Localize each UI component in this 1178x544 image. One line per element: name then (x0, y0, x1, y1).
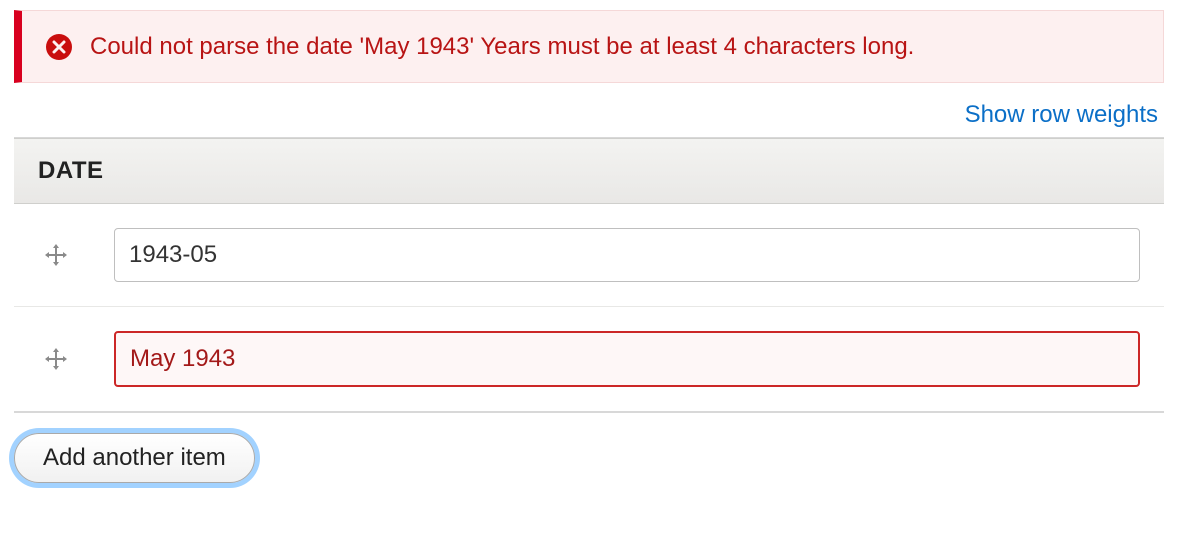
drag-handle-icon[interactable] (38, 241, 74, 269)
table-row (14, 204, 1164, 307)
table-row (14, 307, 1164, 412)
error-banner: Could not parse the date 'May 1943' Year… (14, 10, 1164, 83)
date-input[interactable] (114, 228, 1140, 282)
date-input[interactable] (114, 331, 1140, 387)
error-icon (46, 34, 72, 60)
show-row-weights-link[interactable]: Show row weights (965, 101, 1158, 128)
drag-handle-icon[interactable] (38, 345, 74, 373)
add-another-item-button[interactable]: Add another item (14, 433, 255, 483)
date-table: DATE (14, 137, 1164, 413)
error-message: Could not parse the date 'May 1943' Year… (90, 31, 914, 62)
column-header-date: DATE (14, 139, 1164, 203)
